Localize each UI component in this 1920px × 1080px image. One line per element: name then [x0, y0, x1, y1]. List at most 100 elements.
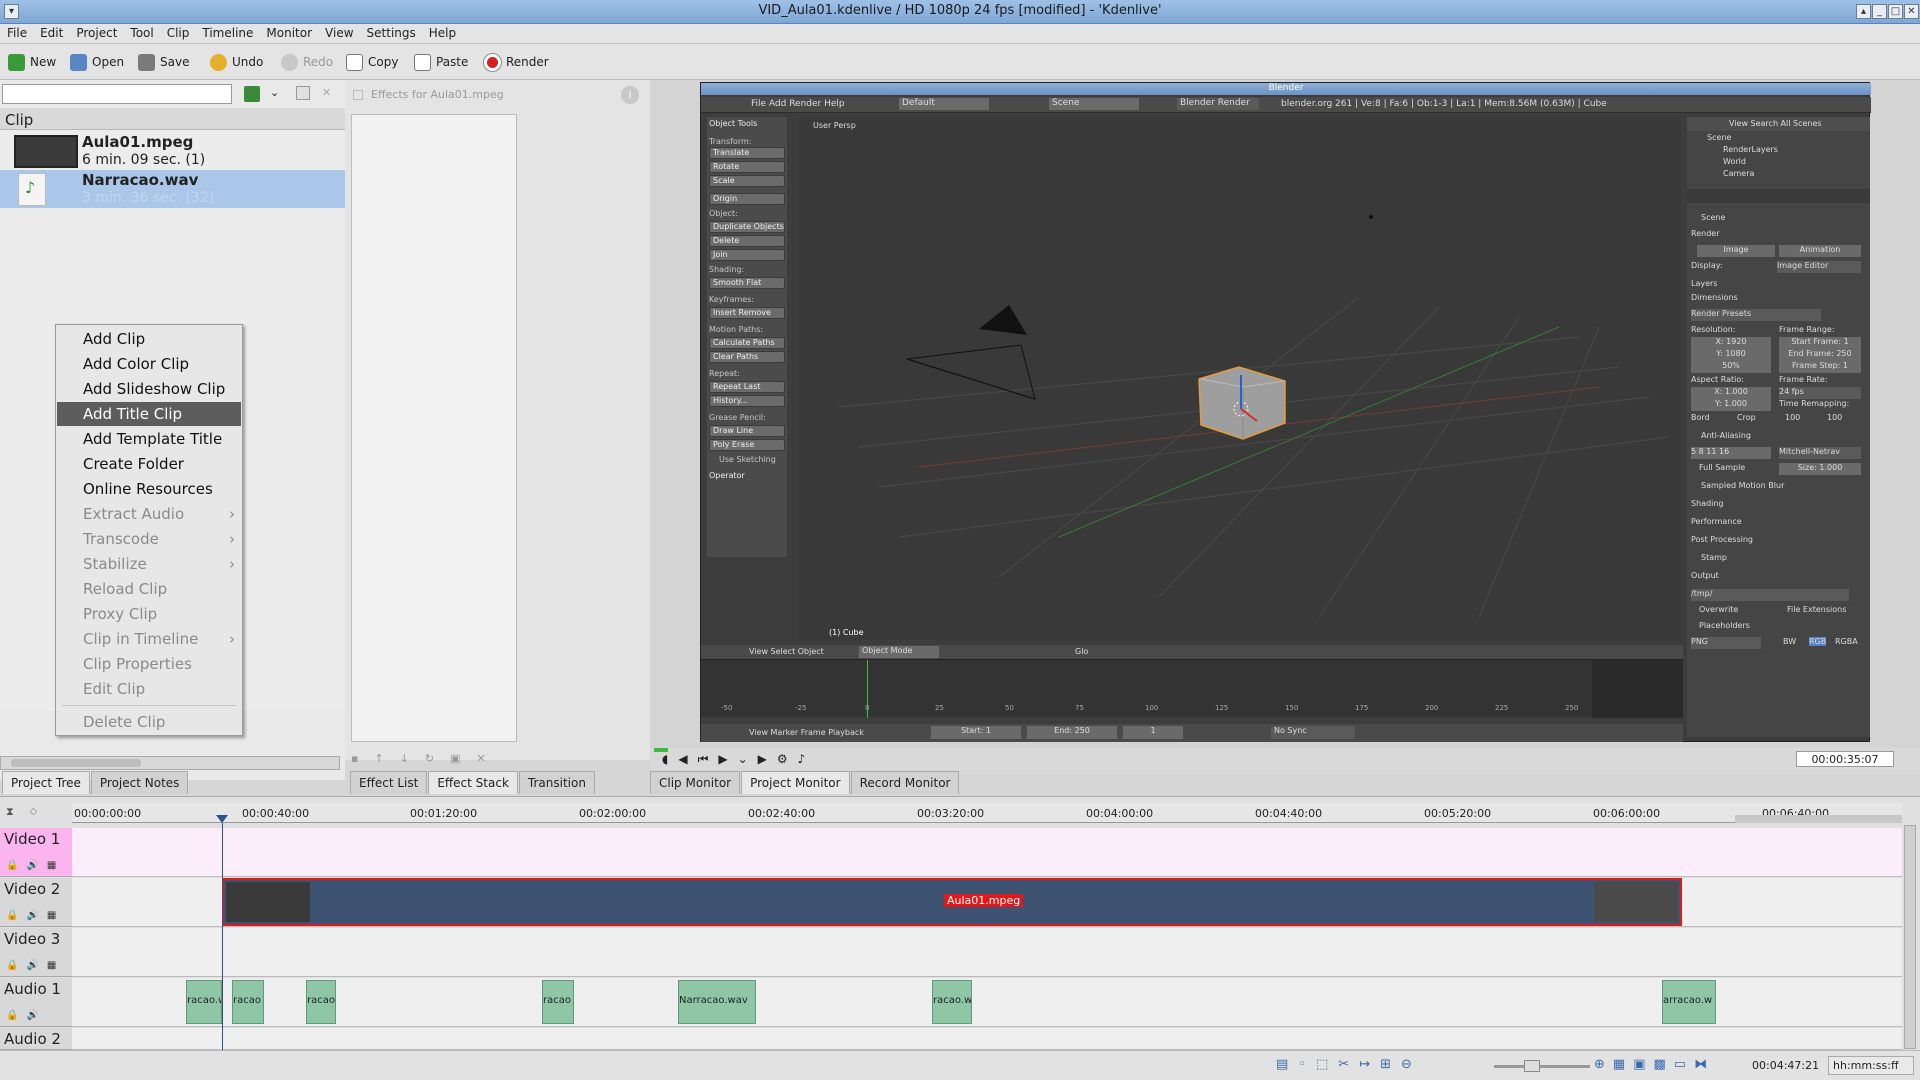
rewind-icon[interactable]: ◀: [678, 752, 697, 766]
menu-timeline[interactable]: Timeline: [195, 24, 259, 40]
add-clip-icon[interactable]: [244, 86, 260, 102]
audio-clip[interactable]: racao.w: [932, 980, 972, 1024]
info-icon[interactable]: i: [621, 86, 639, 104]
zone-start-icon[interactable]: ◖: [662, 752, 678, 766]
frame-back-icon[interactable]: ⏮: [698, 752, 719, 766]
menu-file[interactable]: File: [0, 24, 33, 40]
undo-button[interactable]: Undo: [210, 52, 263, 72]
audio-clip[interactable]: arracao.w: [1662, 980, 1716, 1024]
delete-effect-icon[interactable]: ✕: [477, 752, 502, 765]
timeline-video-clip[interactable]: Aula01.mpeg: [222, 878, 1682, 926]
reset-effect-icon[interactable]: ↻: [425, 752, 450, 765]
move-down-icon[interactable]: ↓: [400, 752, 425, 765]
guides-icon[interactable]: ⬦: [30, 805, 53, 818]
menu-item-create-folder[interactable]: Create Folder: [57, 452, 241, 476]
volume-icon[interactable]: ♪: [798, 752, 816, 766]
add-effect-icon[interactable]: ▪: [351, 752, 374, 765]
clip-item-narracao[interactable]: ♪ Narracao.wav 3 min. 36 sec. (32): [0, 170, 345, 208]
clip-item-aula01[interactable]: Aula01.mpeg 6 min. 09 sec. (1): [0, 132, 345, 170]
tab-record-monitor[interactable]: Record Monitor: [850, 771, 960, 794]
close-icon[interactable]: ✕: [1904, 4, 1919, 19]
edit-clip-icon[interactable]: [296, 86, 310, 100]
menu-view[interactable]: View: [318, 24, 359, 40]
play-menu-chevron-icon[interactable]: ⌄: [738, 752, 758, 766]
move-up-icon[interactable]: ↑: [374, 752, 399, 765]
timeline-vertical-scrollbar[interactable]: [1904, 825, 1916, 1049]
render-button[interactable]: Render: [484, 52, 549, 72]
menu-item-stabilize[interactable]: Stabilize ›: [57, 552, 241, 576]
monitor-timecode[interactable]: 00:00:35:07: [1796, 751, 1894, 767]
menu-item-add-template-title[interactable]: Add Template Title: [57, 427, 241, 451]
show-thumbs-icon[interactable]: ▦: [1613, 1057, 1633, 1072]
effect-list-box[interactable]: [351, 114, 517, 742]
menu-item-transcode[interactable]: Transcode ›: [57, 527, 241, 551]
save-effect-icon[interactable]: ▣: [450, 752, 476, 765]
track-header-audio2[interactable]: Audio 2: [0, 1028, 72, 1050]
tab-project-notes[interactable]: Project Notes: [90, 771, 189, 794]
menu-settings[interactable]: Settings: [360, 24, 422, 40]
bin-search-input[interactable]: [2, 84, 232, 104]
audio-thumbs-icon[interactable]: ◦: [1298, 1057, 1316, 1072]
track-controls-icons[interactable]: 🔒🔊▦: [6, 910, 64, 921]
snap-icon[interactable]: ⊞: [1380, 1057, 1401, 1072]
split-audio-icon[interactable]: ⧓: [1694, 1057, 1715, 1072]
bin-horizontal-scrollbar[interactable]: [0, 756, 340, 770]
menu-monitor[interactable]: Monitor: [259, 24, 318, 40]
paste-button[interactable]: Paste: [414, 52, 468, 72]
zoom-slider[interactable]: [1494, 1060, 1590, 1072]
track-header-video2[interactable]: Video 2 🔒🔊▦: [0, 878, 72, 927]
track-controls-icons[interactable]: 🔒🔊▦: [6, 960, 64, 971]
select-tool-icon[interactable]: ⬚: [1316, 1057, 1338, 1072]
copy-button[interactable]: Copy: [346, 52, 398, 72]
delete-clip-icon[interactable]: ✕: [322, 86, 331, 99]
razor-tool-icon[interactable]: ✂: [1338, 1057, 1359, 1072]
menu-item-add-slideshow-clip[interactable]: Add Slideshow Clip: [57, 377, 241, 401]
menu-item-online-resources[interactable]: Online Resources: [57, 477, 241, 501]
audio-clip[interactable]: racao: [306, 980, 336, 1024]
menu-clip[interactable]: Clip: [160, 24, 196, 40]
track-header-audio1[interactable]: Audio 1 🔒🔊: [0, 978, 72, 1027]
zoom-fit-icon[interactable]: ⧗: [6, 805, 30, 818]
monitor-video-frame[interactable]: Blender File Add Render Help Default Sce…: [700, 82, 1871, 742]
audio-clip[interactable]: racao: [542, 980, 574, 1024]
zoom-in-icon[interactable]: ⊕: [1594, 1057, 1613, 1072]
track-lane-audio1[interactable]: racao.w racao racao racao Narracao.wav r…: [72, 978, 1902, 1027]
save-button[interactable]: Save: [138, 52, 189, 72]
zoom-out-icon[interactable]: ⊖: [1401, 1057, 1422, 1072]
menu-project[interactable]: Project: [69, 24, 123, 40]
track-lane-video3[interactable]: [72, 928, 1902, 977]
tab-clip-monitor[interactable]: Clip Monitor: [650, 771, 741, 794]
menu-edit[interactable]: Edit: [33, 24, 69, 40]
timeline-ruler[interactable]: 00:00:00:00 00:00:40:00 00:01:20:00 00:0…: [72, 803, 1902, 823]
menu-item-clip-properties[interactable]: Clip Properties: [57, 652, 241, 676]
tab-transition[interactable]: Transition: [518, 771, 595, 794]
track-controls-icons[interactable]: 🔒🔊▦: [6, 860, 64, 871]
new-button[interactable]: New: [8, 52, 56, 72]
timeline-playhead[interactable]: [222, 823, 223, 1051]
track-controls-icons[interactable]: 🔒🔊: [6, 1010, 47, 1021]
menu-item-edit-clip[interactable]: Edit Clip: [57, 677, 241, 701]
redo-button[interactable]: Redo: [281, 52, 333, 72]
track-view-icon[interactable]: ▤: [1276, 1057, 1298, 1072]
audio-clip[interactable]: Narracao.wav: [678, 980, 756, 1024]
chevron-down-icon[interactable]: ⌄: [270, 86, 279, 99]
menu-item-proxy-clip[interactable]: Proxy Clip: [57, 602, 241, 626]
tab-effect-list[interactable]: Effect List: [350, 771, 428, 794]
track-header-video3[interactable]: Video 3 🔒🔊▦: [0, 928, 72, 977]
tab-effect-stack[interactable]: Effect Stack: [428, 771, 518, 794]
effect-enable-checkbox[interactable]: [353, 90, 363, 100]
timecode-format-select[interactable]: hh:mm:ss:ff: [1828, 1056, 1914, 1075]
show-audio-icon[interactable]: ▭: [1674, 1057, 1694, 1072]
menu-tool[interactable]: Tool: [123, 24, 159, 40]
tab-project-monitor[interactable]: Project Monitor: [741, 771, 850, 794]
track-lane-video2[interactable]: Aula01.mpeg: [72, 878, 1902, 927]
menu-item-delete-clip[interactable]: Delete Clip: [57, 710, 241, 734]
audio-clip[interactable]: racao: [232, 980, 264, 1024]
show-markers-icon[interactable]: ▣: [1633, 1057, 1653, 1072]
menu-item-extract-audio[interactable]: Extract Audio ›: [57, 502, 241, 526]
forward-icon[interactable]: ▶: [758, 752, 777, 766]
menu-help[interactable]: Help: [422, 24, 462, 40]
open-button[interactable]: Open: [70, 52, 124, 72]
spacer-tool-icon[interactable]: ↦: [1359, 1057, 1380, 1072]
properties-tabs[interactable]: [1687, 189, 1870, 203]
